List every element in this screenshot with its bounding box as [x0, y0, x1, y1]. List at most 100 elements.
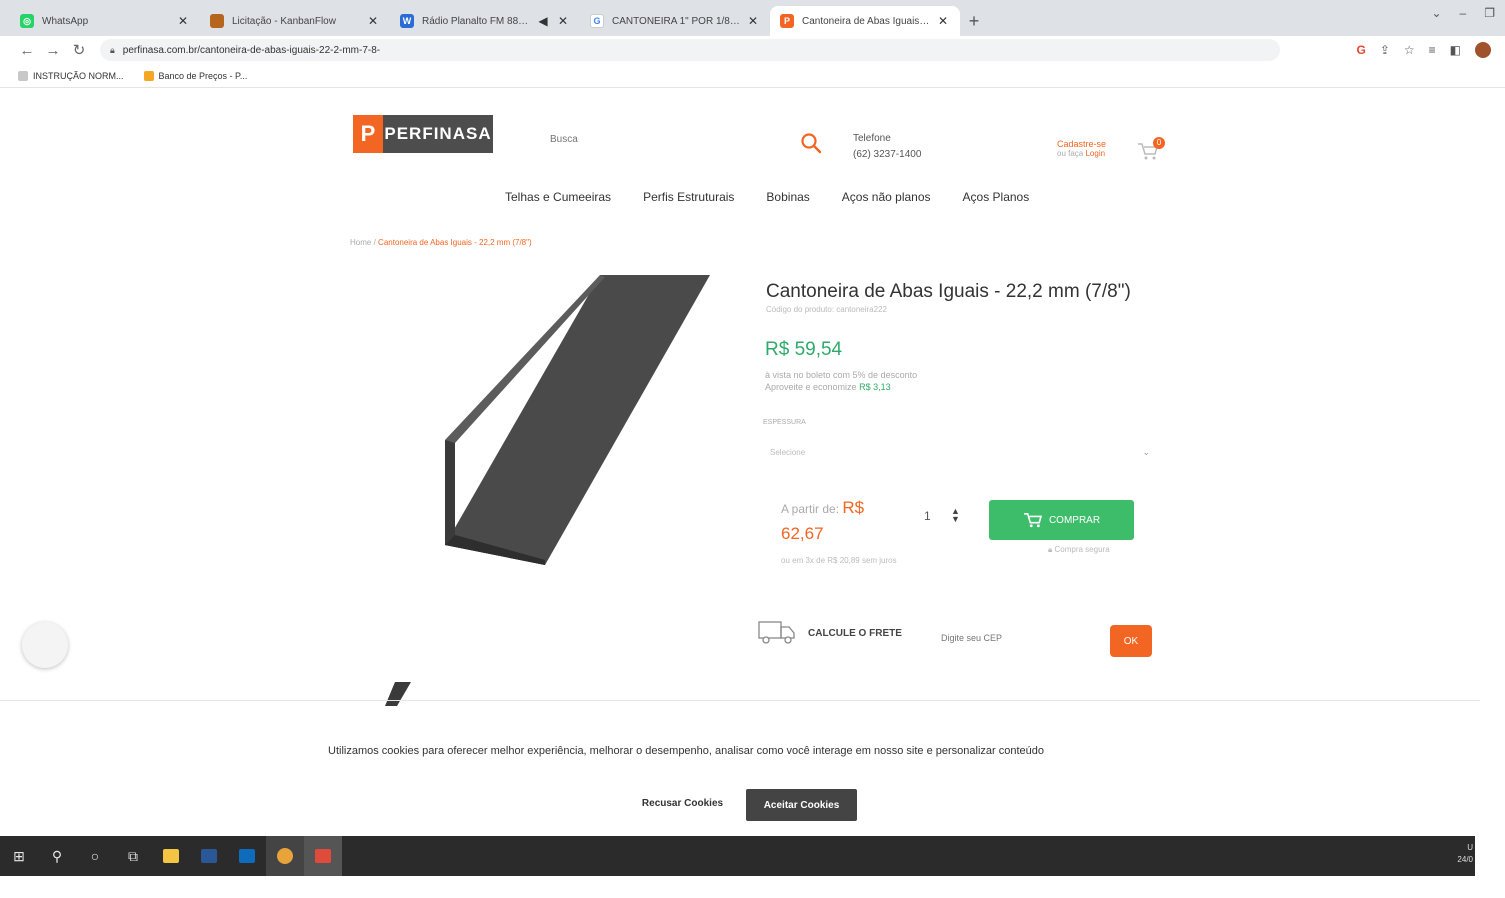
system-clock[interactable]: U 24/0 [1457, 842, 1473, 866]
file-explorer-icon[interactable] [152, 836, 190, 876]
address-bar-icons: G ⇪ ☆ ≡ ◧ [1356, 42, 1491, 58]
search-input[interactable] [550, 126, 790, 152]
refuse-cookies-button[interactable]: Recusar Cookies [630, 793, 735, 813]
search-icon[interactable] [800, 132, 822, 154]
account-sub-text: ou faça [1057, 149, 1084, 158]
product-image[interactable] [420, 265, 720, 585]
menu-item-bobinas[interactable]: Bobinas [766, 190, 809, 204]
windows-start-icon[interactable]: ⊞ [0, 836, 38, 876]
product-title: Cantoneira de Abas Iguais - 22,2 mm (7/8… [766, 281, 1131, 302]
close-icon[interactable]: ✕ [366, 14, 380, 28]
chevron-down-icon: ⌄ [1142, 446, 1150, 457]
bookmark-item[interactable]: Banco de Preços - P... [143, 70, 248, 81]
product-code: Código do produto: cantoneira222 [766, 305, 887, 314]
calculate-freight-button[interactable]: OK [1110, 625, 1152, 657]
search-icon[interactable]: ⚲ [38, 836, 76, 876]
breadcrumb-separator: / [373, 238, 376, 247]
cep-input[interactable] [941, 628, 1101, 648]
side-panel-icon[interactable]: ◧ [1450, 43, 1461, 57]
secure-label: Compra segura [1054, 545, 1110, 554]
browser-tab[interactable]: ◎ WhatsApp ✕ [10, 6, 200, 36]
minimize-icon[interactable]: – [1460, 6, 1467, 20]
close-icon[interactable]: ✕ [556, 14, 570, 28]
back-icon[interactable]: ← [14, 42, 40, 59]
task-view-icon[interactable]: ⧉ [114, 836, 152, 876]
menu-item-acos-planos[interactable]: Aços Planos [963, 190, 1030, 204]
menu-item-perfis[interactable]: Perfis Estruturais [643, 190, 734, 204]
bookmarks-bar: INSTRUÇÃO NORM... Banco de Preços - P... [0, 64, 1505, 88]
browser-tab-active[interactable]: P Cantoneira de Abas Iguais - 22. ✕ [770, 6, 960, 36]
from-label: A partir de: [781, 502, 840, 516]
reading-list-icon[interactable]: ≡ [1429, 43, 1436, 57]
audio-icon[interactable]: ◀ [534, 14, 552, 28]
logo[interactable]: P PERFINASA [353, 115, 493, 153]
clock-date: 24/0 [1457, 855, 1473, 864]
tab-search-icon[interactable]: ⌄ [1431, 6, 1441, 20]
chat-widget-button[interactable] [22, 622, 68, 668]
breadcrumb-home[interactable]: Home [350, 238, 371, 247]
menu-item-telhas[interactable]: Telhas e Cumeeiras [505, 190, 611, 204]
from-price-value: 62,67 [781, 524, 824, 543]
bookmark-label: Banco de Preços - P... [158, 70, 248, 81]
logo-mark-icon: P [353, 115, 383, 153]
close-icon[interactable]: ✕ [176, 14, 190, 28]
save-value: R$ 3,13 [859, 382, 891, 392]
reload-icon[interactable]: ↻ [66, 41, 92, 59]
url-text: perfinasa.com.br/cantoneira-de-abas-igua… [122, 44, 381, 56]
outlook-icon[interactable] [228, 836, 266, 876]
login-link[interactable]: Login [1085, 149, 1105, 158]
cortana-icon[interactable]: ○ [76, 836, 114, 876]
share-icon[interactable]: ⇪ [1380, 43, 1390, 57]
boleto-note: à vista no boleto com 5% de desconto [765, 370, 918, 380]
phone-number: (62) 3237-1400 [853, 149, 922, 160]
bookmark-icon [18, 70, 28, 81]
product-thumbnail[interactable] [385, 680, 413, 706]
account-links[interactable]: Cadastre-se ou faça Login [1057, 140, 1106, 159]
bookmark-label: INSTRUÇÃO NORM... [33, 70, 124, 81]
price-note: à vista no boleto com 5% de desconto Apr… [765, 369, 917, 393]
signup-link[interactable]: Cadastre-se [1057, 140, 1106, 149]
windows-taskbar: ⊞ ⚲ ○ ⧉ U 24/0 [0, 836, 1475, 876]
browser-tab[interactable]: G CANTONEIRA 1" POR 1/8 (Barra ✕ [580, 6, 770, 36]
google-lens-icon[interactable]: G [1356, 43, 1365, 57]
star-icon[interactable]: ☆ [1404, 43, 1415, 57]
close-icon[interactable]: ✕ [746, 14, 760, 28]
from-currency: R$ [842, 498, 865, 517]
menu-item-acos-nao-planos[interactable]: Aços não planos [842, 190, 931, 204]
quantity-stepper[interactable]: ▲ ▼ [951, 507, 960, 524]
kanbanflow-icon [210, 14, 224, 28]
avatar[interactable] [1475, 42, 1491, 58]
clock-time: U [1467, 843, 1473, 852]
cookie-consent-text: Utilizamos cookies para oferecer melhor … [328, 745, 1044, 757]
browser-tab-bar: ◎ WhatsApp ✕ Licitação - KanbanFlow ✕ W … [0, 0, 1505, 36]
google-icon: G [590, 14, 604, 28]
accept-cookies-button[interactable]: Aceitar Cookies [746, 789, 857, 821]
close-icon[interactable]: ✕ [936, 14, 950, 28]
restore-icon[interactable]: ❐ [1484, 6, 1495, 20]
bookmark-item[interactable]: INSTRUÇÃO NORM... [18, 70, 124, 81]
cart-button[interactable]: 0 [1137, 137, 1165, 161]
lock-icon: 🔒︎ [1048, 545, 1053, 554]
url-field[interactable]: 🔒︎ perfinasa.com.br/cantoneira-de-abas-i… [100, 39, 1280, 61]
thickness-select[interactable]: Selecione ⌄ [770, 440, 1160, 464]
new-tab-button[interactable]: + [960, 6, 988, 36]
browser-tab[interactable]: Licitação - KanbanFlow ✕ [200, 6, 390, 36]
app-icon[interactable] [304, 836, 342, 876]
variant-label: ESPESSURA [763, 419, 806, 426]
quantity-value[interactable]: 1 [924, 509, 931, 523]
buy-button[interactable]: COMPRAR [989, 500, 1134, 540]
main-menu: Telhas e Cumeeiras Perfis Estruturais Bo… [505, 190, 1029, 204]
browser-tab[interactable]: W Rádio Planalto FM 88.3 - Pc ◀ ✕ [390, 6, 580, 36]
save-prefix: Aproveite e economize [765, 382, 857, 392]
radio-icon: W [400, 14, 414, 28]
word-icon[interactable] [190, 836, 228, 876]
forward-icon[interactable]: → [40, 42, 66, 59]
freight-label: CALCULE O FRETE [808, 628, 902, 639]
site-header: P PERFINASA Telefone (62) 3237-1400 Cada… [0, 88, 1505, 178]
buy-label: COMPRAR [1048, 514, 1101, 526]
select-placeholder: Selecione [770, 447, 806, 457]
lock-icon: 🔒︎ [110, 44, 115, 55]
product-price: R$ 59,54 [765, 339, 843, 360]
chrome-icon[interactable] [266, 836, 304, 876]
whatsapp-icon: ◎ [20, 14, 34, 28]
